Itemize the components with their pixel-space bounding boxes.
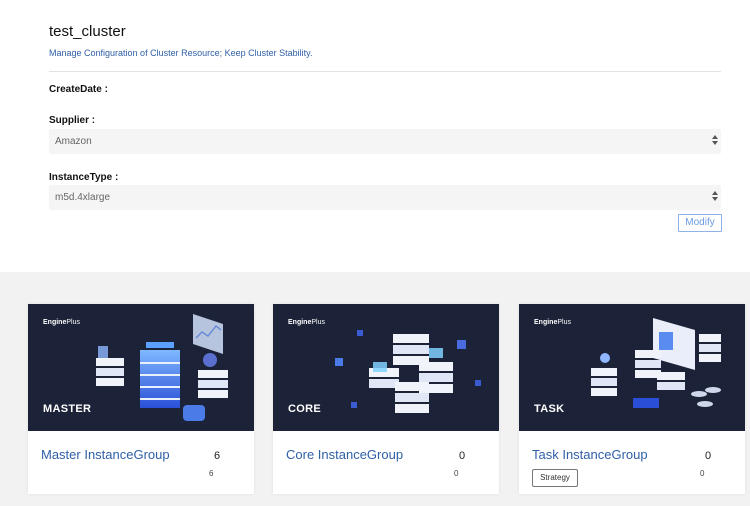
card-role-label: CORE xyxy=(288,403,321,415)
card-role-label: MASTER xyxy=(43,403,92,415)
task-instance-group-card[interactable]: EnginePlus TASK Task InstanceGroup 0 0 S… xyxy=(519,304,745,494)
divider xyxy=(49,71,721,72)
page-subtitle: Manage Configuration of Cluster Resource… xyxy=(49,48,313,58)
master-instance-group-card[interactable]: EnginePlus MASTER Master InstanceGroup 6… xyxy=(28,304,254,494)
instance-count: 6 xyxy=(214,450,221,462)
engineplus-logo: EnginePlus xyxy=(288,319,325,326)
instance-group-name[interactable]: Core InstanceGroup xyxy=(286,447,403,462)
create-date-label: CreateDate : xyxy=(49,84,108,95)
cluster-detail-panel: test_cluster Manage Configuration of Clu… xyxy=(0,0,750,272)
instance-type-select[interactable]: m5d.4xlarge xyxy=(49,185,721,210)
server-illustration-icon xyxy=(591,318,721,408)
instance-count: 0 xyxy=(459,450,466,462)
instance-group-name[interactable]: Task InstanceGroup xyxy=(532,447,648,462)
server-illustration-icon xyxy=(335,330,481,413)
strategy-button[interactable]: Strategy xyxy=(532,469,578,487)
supplier-label: Supplier : xyxy=(49,115,96,126)
supplier-select[interactable]: Amazon xyxy=(49,129,721,154)
engineplus-logo: EnginePlus xyxy=(43,319,80,326)
instance-sub-count: 0 xyxy=(454,469,459,478)
instance-type-select-value: m5d.4xlarge xyxy=(55,192,111,203)
page-title: test_cluster xyxy=(49,23,126,40)
core-instance-group-card[interactable]: EnginePlus CORE Core InstanceGroup 0 0 xyxy=(273,304,499,494)
instance-group-name[interactable]: Master InstanceGroup xyxy=(41,447,170,462)
instance-sub-count: 0 xyxy=(700,469,705,478)
engineplus-logo: EnginePlus xyxy=(534,319,571,326)
card-role-label: TASK xyxy=(534,403,565,415)
card-banner: EnginePlus TASK xyxy=(519,304,745,431)
card-banner: EnginePlus MASTER xyxy=(28,304,254,431)
select-arrows-icon xyxy=(712,191,718,203)
card-banner: EnginePlus CORE xyxy=(273,304,499,431)
server-illustration-icon xyxy=(96,314,228,421)
instance-count: 0 xyxy=(705,450,712,462)
select-arrows-icon xyxy=(712,135,718,147)
modify-button[interactable]: Modify xyxy=(678,214,722,232)
supplier-select-value: Amazon xyxy=(55,136,92,147)
instance-sub-count: 6 xyxy=(209,469,214,478)
instance-type-label: InstanceType : xyxy=(49,172,119,183)
